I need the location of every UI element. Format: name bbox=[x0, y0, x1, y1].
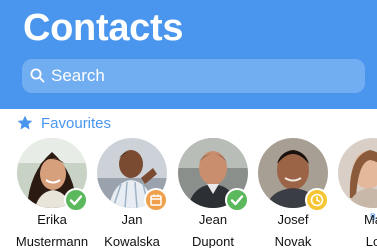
search-icon bbox=[30, 68, 45, 83]
calendar-icon bbox=[150, 194, 162, 206]
page-title: Contacts bbox=[23, 7, 184, 49]
contact-last-name: Mustermann bbox=[15, 234, 89, 248]
search-input[interactable]: Search bbox=[22, 59, 365, 93]
contact-first-name: Josef bbox=[277, 212, 309, 227]
star-icon bbox=[16, 114, 34, 132]
favourite-contact-josef[interactable]: Josef Novak bbox=[253, 138, 333, 248]
checkmark-icon bbox=[230, 195, 244, 206]
contact-last-name: Kowalska bbox=[104, 234, 160, 248]
contacts-screen: Contacts Search Favourites A B bbox=[0, 0, 377, 248]
status-badge bbox=[144, 188, 168, 212]
favourite-contact-erika[interactable]: Erika Mustermann bbox=[12, 138, 92, 248]
favourites-label: Favourites bbox=[41, 115, 112, 132]
contact-last-name: Lo bbox=[365, 234, 377, 248]
favourite-contact-partial[interactable]: Ma Lo bbox=[333, 138, 377, 248]
status-badge bbox=[305, 188, 329, 212]
contact-first-name: Jean bbox=[198, 212, 228, 227]
header: Contacts Search bbox=[0, 0, 377, 109]
contact-first-name: Jan bbox=[121, 212, 143, 227]
contact-last-name: Novak bbox=[274, 234, 312, 248]
checkmark-icon bbox=[69, 195, 83, 206]
status-badge bbox=[64, 188, 88, 212]
favourite-contact-jean[interactable]: Jean Dupont bbox=[173, 138, 253, 248]
search-placeholder: Search bbox=[51, 66, 105, 85]
avatar bbox=[338, 138, 377, 208]
contact-first-name: Erika bbox=[37, 212, 67, 227]
favourite-contact-jan[interactable]: Jan Kowalska bbox=[92, 138, 172, 248]
clock-icon bbox=[310, 193, 324, 207]
status-badge bbox=[225, 188, 249, 212]
contact-last-name: Dupont bbox=[192, 234, 234, 248]
contact-first-name: Ma bbox=[363, 212, 377, 227]
